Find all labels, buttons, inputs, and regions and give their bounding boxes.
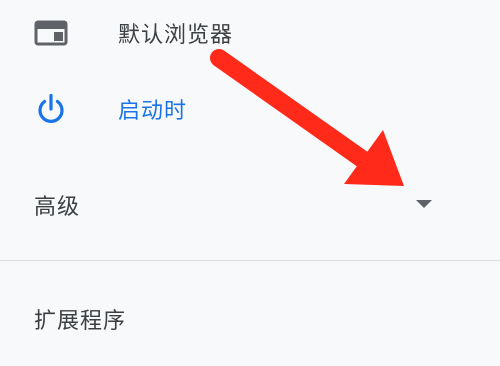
advanced-section-toggle[interactable]: 高级 [0,180,500,230]
menu-item-extensions[interactable]: 扩展程序 [0,294,500,344]
menu-item-label: 启动时 [118,99,188,124]
advanced-label: 高级 [34,195,81,220]
browser-window-icon [34,16,68,50]
menu-item-default-browser[interactable]: 默认浏览器 [0,8,500,58]
menu-item-on-startup[interactable]: 启动时 [0,84,500,134]
caret-down-icon[interactable] [416,200,432,208]
menu-item-label: 扩展程序 [34,309,127,334]
divider [0,260,500,261]
menu-item-label: 默认浏览器 [118,23,234,48]
power-icon [34,92,68,126]
